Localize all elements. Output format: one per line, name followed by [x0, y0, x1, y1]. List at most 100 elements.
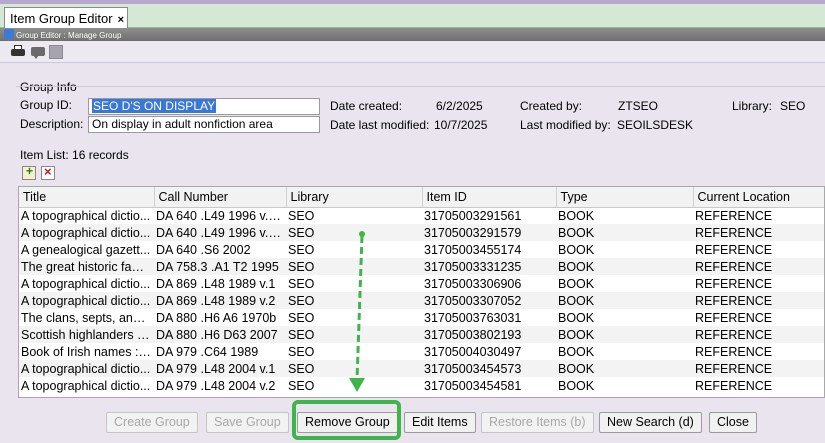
table-cell: 31705003763031 — [424, 310, 522, 325]
table-cell: BOOK — [556, 258, 693, 275]
description-label: Description: — [20, 117, 84, 131]
table-cell: REFERENCE — [695, 276, 773, 291]
close-button[interactable]: Close — [709, 412, 757, 433]
table-cell: DA 640 .L49 1996 v.1... — [156, 208, 286, 223]
table-cell: DA 880 .H6 A6 1970b — [156, 310, 277, 325]
table-row[interactable]: A topographical dictio... DA 869 .L48 198… — [19, 275, 824, 292]
restore-items-button[interactable]: Restore Items (b) — [481, 412, 594, 433]
date-created-value: 6/2/2025 — [436, 99, 483, 113]
table-cell: SEO — [286, 292, 422, 309]
remove-group-highlight — [292, 400, 401, 440]
table-cell: 31705003291561 — [424, 208, 522, 223]
table-cell: REFERENCE — [695, 378, 773, 393]
table-cell: 31705003454573 — [422, 360, 556, 377]
table-cell: SEO — [286, 224, 422, 241]
table-cell: Book of Irish names : f... — [21, 344, 154, 359]
created-by-value: ZTSEO — [618, 99, 659, 113]
table-row[interactable]: Scottish highlanders o... DA 880 .H6 D63 … — [19, 326, 824, 343]
date-modified-label: Date last modified: — [330, 118, 430, 132]
table-cell: SEO — [286, 326, 422, 343]
table-cell: 31705003455174 — [424, 242, 522, 257]
table-cell: BOOK — [556, 224, 693, 241]
table-row[interactable]: A topographical dictio... DA 640 .L49 199… — [19, 224, 824, 241]
table-cell: BOOK — [558, 242, 595, 257]
breadcrumb: Group Editor : Manage Group — [16, 31, 122, 40]
tab-strip: Item Group Editor × — [0, 4, 825, 29]
table-cell: REFERENCE — [693, 292, 824, 309]
created-by-label: Created by: — [520, 99, 583, 113]
col-header-item-id[interactable]: Item ID — [422, 187, 557, 208]
table-cell: SEO — [288, 276, 315, 291]
add-item-icon[interactable] — [22, 164, 36, 180]
table-header-row: Title Call Number Library Item ID Type C… — [19, 187, 824, 208]
puzzle-icon[interactable] — [48, 44, 64, 59]
table-cell: SEO — [286, 360, 422, 377]
printer-icon[interactable] — [10, 44, 26, 59]
table-cell: 31705004030497 — [424, 344, 522, 359]
description-field[interactable]: On display in adult nonfiction area — [88, 116, 320, 133]
table-cell: DA 979 .C64 1989 — [156, 344, 259, 359]
table-cell: BOOK — [558, 378, 595, 393]
tab-item-group-editor[interactable]: Item Group Editor × — [4, 7, 128, 29]
table-row[interactable]: A topographical dictio... DA 979 .L48 200… — [19, 377, 824, 394]
create-group-button[interactable]: Create Group — [106, 412, 198, 433]
table-cell: 31705003306906 — [424, 276, 522, 291]
col-header-library[interactable]: Library — [286, 187, 423, 208]
table-cell: REFERENCE — [693, 326, 824, 343]
action-bar: Create Group Save Group Remove Group Edi… — [0, 398, 825, 443]
table-cell: BOOK — [556, 360, 693, 377]
table-cell: DA 758.3 .A1 T2 1995 — [154, 258, 286, 275]
table-row[interactable]: A genealogical gazett... DA 640 .S6 2002 S… — [19, 241, 824, 258]
table-cell: DA 979 .L48 2004 v.1 — [154, 360, 286, 377]
table-cell: DA 640 .L49 1996 v.3... — [154, 224, 286, 241]
table-cell: DA 640 .S6 2002 — [156, 242, 251, 257]
comment-icon[interactable] — [30, 44, 46, 59]
table-row[interactable]: A topographical dictio... DA 979 .L48 200… — [19, 360, 824, 377]
table-cell: REFERENCE — [695, 344, 773, 359]
item-table: Title Call Number Library Item ID Type C… — [18, 186, 825, 398]
table-cell: SEO — [288, 344, 315, 359]
toolbar — [0, 41, 825, 63]
group-id-label: Group ID: — [20, 98, 73, 112]
table-row[interactable]: A topographical dictio... DA 869 .L48 198… — [19, 292, 824, 309]
table-cell: A genealogical gazett... — [21, 242, 151, 257]
table-cell: SEO — [288, 378, 315, 393]
table-cell: 31705003291579 — [422, 224, 556, 241]
table-cell: A topographical dictio... — [21, 378, 151, 393]
save-group-button[interactable]: Save Group — [206, 412, 289, 433]
table-row[interactable]: A topographical dictio... DA 640 .L49 199… — [19, 207, 824, 224]
col-header-title[interactable]: Title — [19, 187, 155, 208]
library-label: Library: — [732, 99, 773, 113]
table-cell: SEO — [288, 310, 315, 325]
table-cell: The great historic fam... — [19, 258, 154, 275]
table-row[interactable]: The clans, septs, and ... DA 880 .H6 A6 1… — [19, 309, 824, 326]
table-cell: DA 869 .L48 1989 v.1 — [156, 276, 276, 291]
table-cell: REFERENCE — [695, 310, 773, 325]
table-cell: 31705003454581 — [424, 378, 522, 393]
table-cell: DA 869 .L48 1989 v.2 — [154, 292, 286, 309]
table-cell: REFERENCE — [695, 242, 773, 257]
table-cell: SEO — [288, 242, 315, 257]
table-cell: A topographical dictio... — [19, 292, 154, 309]
table-cell: Scottish highlanders o... — [19, 326, 154, 343]
col-header-call-number[interactable]: Call Number — [154, 187, 287, 208]
table-cell: BOOK — [558, 208, 595, 223]
table-row[interactable]: The great historic fam... DA 758.3 .A1 T2… — [19, 258, 824, 275]
table-cell: A topographical dictio... — [21, 208, 151, 223]
remove-item-icon[interactable] — [41, 164, 55, 180]
table-cell: REFERENCE — [695, 208, 773, 223]
table-cell: SEO — [286, 258, 422, 275]
col-header-current-location[interactable]: Current Location — [693, 187, 824, 208]
table-cell: SEO — [288, 208, 315, 223]
table-cell: REFERENCE — [693, 258, 824, 275]
table-cell: 31705003307052 — [422, 292, 556, 309]
tab-close-icon[interactable]: × — [118, 14, 124, 26]
edit-items-button[interactable]: Edit Items — [404, 412, 476, 433]
new-search-button[interactable]: New Search (d) — [599, 412, 702, 433]
app-logo-icon — [4, 29, 14, 39]
table-cell: A topographical dictio... — [19, 224, 154, 241]
tab-title: Item Group Editor — [10, 11, 113, 26]
table-row[interactable]: Book of Irish names : f... DA 979 .C64 19… — [19, 343, 824, 360]
group-id-field[interactable]: SEO D'S ON DISPLAY — [88, 98, 320, 115]
col-header-type[interactable]: Type — [556, 187, 694, 208]
